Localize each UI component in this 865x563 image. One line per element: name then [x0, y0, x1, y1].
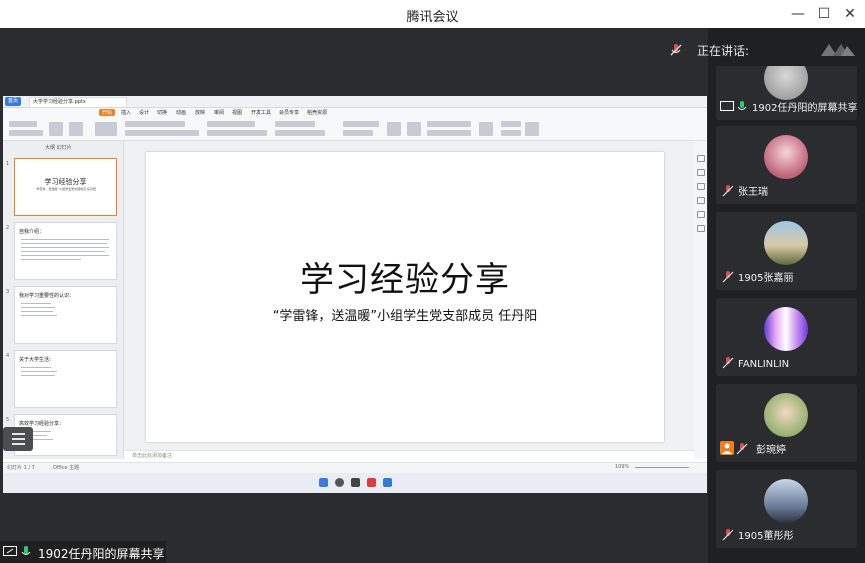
title-bar: 腾讯会议 — ☐ ✕ [0, 0, 865, 29]
mic-on-icon [737, 101, 747, 110]
slide-thumbnail[interactable]: 1 学习经验分享 “学雷锋，送温暖”小组学生党支部成员 任丹阳 [6, 158, 117, 216]
wps-app-icon[interactable] [367, 478, 376, 487]
participant-name: 1905董彤彤 [738, 531, 794, 542]
mic-on-icon [21, 546, 31, 555]
shared-screen[interactable]: 首页 大学学习经验分享.pptx 开始 插入 设计 切换 动画 放映 审阅 视图… [3, 96, 707, 493]
tool-icon[interactable] [697, 169, 705, 176]
speaking-label: 正在讲话: [697, 44, 750, 58]
slide-editor: 学习经验分享 “学雷锋，送温暖”小组学生党支部成员 任丹阳 [124, 141, 694, 459]
participant-name: 张王瑞 [738, 187, 768, 198]
user-icon [720, 441, 734, 455]
slide-thumbnails: 大纲 幻灯片 1 学习经验分享 “学雷锋，送温暖”小组学生党支部成员 任丹阳 2… [3, 141, 124, 459]
maximize-button[interactable]: ☐ [812, 4, 836, 24]
menu-slideshow[interactable]: 放映 [195, 109, 205, 116]
slide-subtitle[interactable]: “学雷锋，送温暖”小组学生党支部成员 任丹阳 [146, 305, 664, 324]
thumbnail-tabs[interactable]: 大纲 幻灯片 [45, 144, 72, 151]
participant-card[interactable]: 张王瑞 [716, 126, 857, 204]
participant-name: 彭琬婷 [756, 445, 786, 456]
participant-name: 1902任丹阳的屏幕共享 [752, 103, 857, 114]
participant-card[interactable]: 彭琬婷 [716, 384, 857, 462]
status-bar: 幻灯片 1 / 7 Office 主题 109% [3, 462, 707, 473]
screen-share-label: 1902任丹阳的屏幕共享 [0, 541, 166, 563]
avatar [764, 307, 808, 351]
close-button[interactable]: ✕ [838, 4, 862, 24]
participant-card[interactable]: FANLINLIN [716, 298, 857, 376]
speaking-indicator: 正在讲话: [667, 38, 865, 62]
meeting-app-icon[interactable] [383, 478, 392, 487]
share-label-text: 1902任丹阳的屏幕共享 [38, 547, 165, 561]
menu-review[interactable]: 审阅 [214, 109, 224, 116]
mic-muted-icon [736, 443, 748, 455]
search-icon[interactable] [335, 478, 344, 487]
mic-muted-icon [722, 185, 734, 197]
tencent-meeting-logo-icon [821, 44, 855, 56]
menu-animation[interactable]: 动画 [176, 109, 186, 116]
mic-muted-icon [722, 271, 734, 283]
participant-card[interactable]: 1902任丹阳的屏幕共享 [716, 66, 857, 120]
menu-developer[interactable]: 开发工具 [251, 109, 271, 116]
theme-name: Office 主题 [53, 465, 80, 471]
start-icon[interactable] [319, 478, 328, 487]
avatar [764, 135, 808, 179]
slide-thumbnail[interactable]: 3 我对学习重要性的认识： [6, 286, 117, 344]
mic-muted-icon [670, 44, 682, 56]
slide-counter: 幻灯片 1 / 7 [7, 465, 35, 471]
slide-thumbnail[interactable]: 4 关于大学生活： [6, 350, 117, 408]
slide-thumbnail[interactable]: 2 自我介绍： [6, 222, 117, 280]
menu-design[interactable]: 设计 [139, 109, 149, 116]
screen-share-icon [720, 101, 734, 111]
list-menu-icon[interactable] [3, 427, 33, 451]
menu-transition[interactable]: 切换 [157, 109, 167, 116]
task-view-icon[interactable] [351, 478, 360, 487]
screen-share-icon [3, 546, 17, 556]
participant-card[interactable]: 1905张嘉丽 [716, 212, 857, 290]
menu-start[interactable]: 开始 [99, 109, 116, 116]
wps-tab-bar: 首页 大学学习经验分享.pptx [3, 96, 707, 108]
mic-muted-icon [722, 529, 734, 541]
notes-placeholder: 单击此处添加备注 [132, 453, 173, 459]
participant-name: 1905张嘉丽 [738, 273, 794, 284]
wps-document-tab[interactable]: 大学学习经验分享.pptx [29, 97, 127, 107]
wps-home-tab[interactable]: 首页 [5, 97, 22, 106]
avatar [764, 393, 808, 437]
windows-taskbar [3, 473, 707, 493]
notes-pane[interactable]: 单击此处添加备注 [124, 450, 694, 460]
slide-title[interactable]: 学习经验分享 [146, 252, 664, 301]
right-toolbar [694, 141, 707, 459]
menu-insert[interactable]: 插入 [121, 109, 131, 116]
avatar [764, 66, 808, 100]
menu-member[interactable]: 会员专享 [279, 109, 299, 116]
participant-card[interactable]: 1905董彤彤 [716, 470, 857, 548]
participant-name: FANLINLIN [738, 359, 790, 370]
mic-muted-icon [722, 357, 734, 369]
current-slide[interactable]: 学习经验分享 “学雷锋，送温暖”小组学生党支部成员 任丹阳 [146, 152, 664, 442]
tool-icon[interactable] [697, 155, 705, 162]
menu-docer[interactable]: 稻壳资源 [307, 109, 327, 116]
app-title: 腾讯会议 [406, 10, 459, 25]
menu-view[interactable]: 视图 [232, 109, 242, 116]
tool-icon[interactable] [697, 225, 705, 232]
avatar [764, 221, 808, 265]
wps-ribbon [3, 118, 707, 141]
avatar [764, 479, 808, 523]
tool-icon[interactable] [697, 183, 705, 190]
tool-icon[interactable] [697, 197, 705, 204]
zoom-level[interactable]: 109% [615, 464, 629, 470]
minimize-button[interactable]: — [786, 4, 810, 24]
wps-menu-bar: 开始 插入 设计 切换 动画 放映 审阅 视图 开发工具 会员专享 稻壳资源 [3, 108, 707, 118]
tool-icon[interactable] [697, 211, 705, 218]
